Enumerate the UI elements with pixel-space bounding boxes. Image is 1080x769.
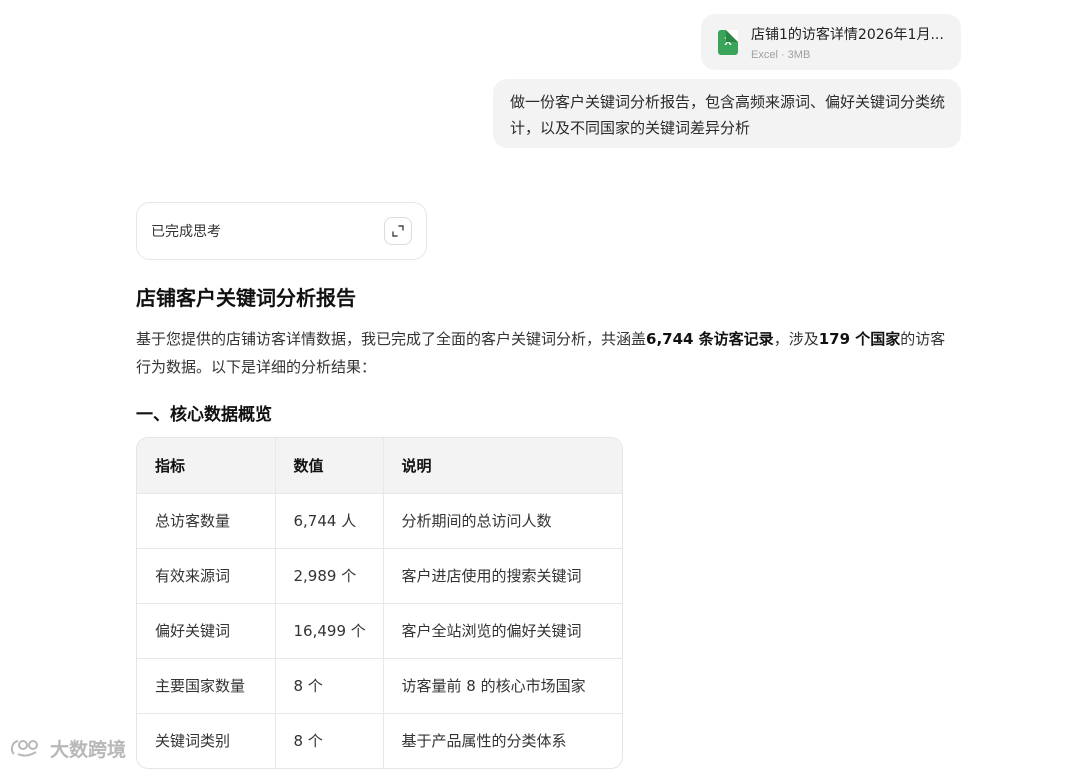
intro-text-2: ，涉及 bbox=[773, 330, 819, 348]
table-cell: 分析期间的总访问人数 bbox=[383, 493, 622, 549]
table-header-cell: 说明 bbox=[383, 438, 622, 494]
table-header-cell: 数值 bbox=[275, 438, 384, 494]
thinking-label: 已完成思考 bbox=[151, 224, 221, 240]
table-cell: 16,499 个 bbox=[275, 603, 384, 659]
section-heading-overview: 一、核心数据概览 bbox=[136, 405, 272, 425]
watermark: 大数跨境 bbox=[8, 733, 126, 763]
intro-text-1: 基于您提供的店铺访客详情数据，我已完成了全面的客户关键词分析，共涵盖 bbox=[136, 330, 647, 348]
table-row: 关键词类别 8 个 基于产品属性的分类体系 bbox=[137, 713, 622, 768]
table-cell: 6,744 人 bbox=[275, 493, 384, 549]
expand-button[interactable] bbox=[384, 217, 412, 245]
thinking-status[interactable]: 已完成思考 bbox=[136, 202, 427, 260]
table-cell: 有效来源词 bbox=[137, 548, 276, 604]
intro-visitor-count: 6,744 条访客记录 bbox=[646, 330, 774, 348]
table-cell: 基于产品属性的分类体系 bbox=[383, 713, 622, 768]
table-cell: 客户全站浏览的偏好关键词 bbox=[383, 603, 622, 659]
excel-file-icon: X bbox=[718, 29, 738, 55]
table-row: 有效来源词 2,989 个 客户进店使用的搜索关键词 bbox=[137, 548, 622, 604]
report-title: 店铺客户关键词分析报告 bbox=[136, 286, 356, 310]
expand-icon bbox=[392, 225, 404, 237]
chat-page: X 店铺1的访客详情2026年1月... Excel · 3MB 做一份客户关键… bbox=[0, 0, 1080, 769]
table-cell: 2,989 个 bbox=[275, 548, 384, 604]
table-cell: 总访客数量 bbox=[137, 493, 276, 549]
attachment-file-name: 店铺1的访客详情2026年1月... bbox=[751, 26, 944, 43]
user-message-bubble: 做一份客户关键词分析报告，包含高频来源词、偏好关键词分类统计，以及不同国家的关键… bbox=[493, 79, 961, 148]
brand-logo-icon bbox=[10, 740, 38, 757]
intro-country-count: 179 个国家 bbox=[818, 330, 901, 348]
table-header-row: 指标 数值 说明 bbox=[137, 438, 622, 494]
table-cell: 关键词类别 bbox=[137, 713, 276, 768]
attachment-card[interactable]: X 店铺1的访客详情2026年1月... Excel · 3MB bbox=[701, 14, 961, 70]
table-row: 总访客数量 6,744 人 分析期间的总访问人数 bbox=[137, 493, 622, 549]
report-intro: 基于您提供的店铺访客详情数据，我已完成了全面的客户关键词分析，共涵盖6,744 … bbox=[136, 325, 956, 381]
table-cell: 8 个 bbox=[275, 713, 384, 768]
table-cell: 主要国家数量 bbox=[137, 658, 276, 714]
table-cell: 8 个 bbox=[275, 658, 384, 714]
watermark-text: 大数跨境 bbox=[50, 738, 127, 761]
table-row: 主要国家数量 8 个 访客量前 8 的核心市场国家 bbox=[137, 658, 622, 714]
overview-table: 指标 数值 说明 总访客数量 6,744 人 分析期间的总访问人数 有效来源词 … bbox=[136, 437, 623, 769]
attachment-meta: Excel · 3MB bbox=[751, 48, 811, 61]
table-cell: 访客量前 8 的核心市场国家 bbox=[383, 658, 622, 714]
attachment-info: 店铺1的访客详情2026年1月... Excel · 3MB bbox=[751, 24, 944, 61]
table-cell: 偏好关键词 bbox=[137, 603, 276, 659]
table-row: 偏好关键词 16,499 个 客户全站浏览的偏好关键词 bbox=[137, 603, 622, 659]
table-cell: 客户进店使用的搜索关键词 bbox=[383, 548, 622, 604]
table-header-cell: 指标 bbox=[137, 438, 276, 494]
